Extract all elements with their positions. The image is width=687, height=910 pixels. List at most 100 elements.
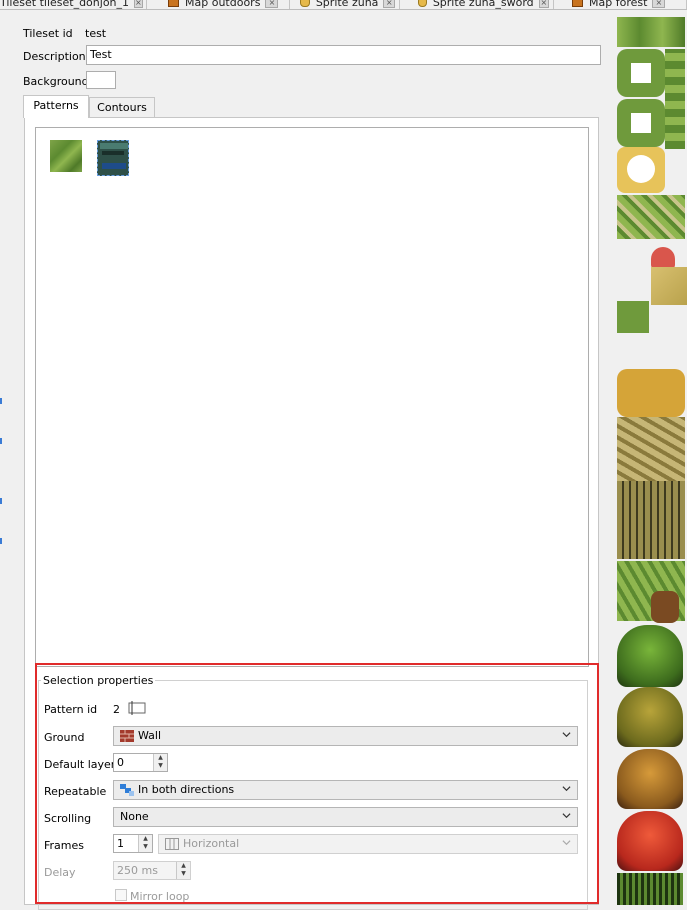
scrolling-value: None bbox=[120, 810, 149, 823]
bush-tile-hole bbox=[631, 113, 651, 133]
sand-tile-hole bbox=[627, 155, 655, 183]
frames-value: 1 bbox=[117, 837, 124, 850]
tab-map-outdoors[interactable]: Map outdoors × bbox=[168, 0, 290, 9]
ground-value: Wall bbox=[138, 729, 162, 742]
sand-slope-tile bbox=[651, 267, 687, 305]
edge-marker bbox=[0, 538, 2, 544]
tab-sprite-zuna[interactable]: Sprite zuna × bbox=[300, 0, 400, 9]
tileset-id-label: Tileset id bbox=[23, 27, 73, 40]
edge-marker bbox=[0, 498, 2, 504]
map-icon bbox=[168, 0, 179, 7]
tab-label: Map outdoors bbox=[185, 0, 261, 9]
tree-orange-tile bbox=[617, 749, 683, 809]
wall-water bbox=[102, 163, 126, 169]
close-icon[interactable]: × bbox=[538, 0, 549, 8]
chevron-down-icon[interactable]: ▼ bbox=[154, 762, 167, 770]
tab-label: Map forest bbox=[589, 0, 648, 9]
delay-spinbox[interactable]: 250 ms ▲ ▼ bbox=[113, 861, 191, 880]
default-layer-spinbox[interactable]: 0 ▲ ▼ bbox=[113, 753, 168, 772]
horizontal-frames-icon bbox=[165, 838, 179, 850]
pot-tile bbox=[651, 591, 679, 623]
leaf-tiles bbox=[617, 195, 685, 239]
chevron-down-icon bbox=[562, 813, 571, 819]
delay-value: 250 ms bbox=[117, 864, 158, 877]
tileset-image-view[interactable] bbox=[615, 11, 687, 905]
frames-label: Frames bbox=[44, 839, 85, 852]
edge-marker bbox=[0, 438, 2, 444]
rename-pattern-button[interactable] bbox=[127, 699, 147, 717]
wall-top bbox=[100, 143, 128, 149]
grass-tiles bbox=[617, 17, 685, 47]
edge-marker bbox=[0, 398, 2, 404]
spin-buttons[interactable]: ▲ ▼ bbox=[153, 754, 167, 771]
sprite-icon bbox=[300, 0, 310, 7]
tab-sprite-zuna-sword[interactable]: Sprite zuna_sword × bbox=[418, 0, 554, 9]
chevron-up-icon[interactable]: ▲ bbox=[139, 835, 152, 843]
tree-red-tile bbox=[617, 811, 683, 871]
delay-label: Delay bbox=[44, 866, 76, 879]
tab-contours[interactable]: Contours bbox=[89, 97, 155, 118]
tab-tileset-donjon[interactable]: Tileset tileset_donjon_1 × bbox=[0, 0, 147, 9]
wall-band bbox=[102, 151, 124, 155]
tab-label: Tileset tileset_donjon_1 bbox=[0, 0, 130, 9]
default-layer-label: Default layer bbox=[44, 758, 116, 771]
pattern-tile-wall[interactable] bbox=[97, 140, 129, 176]
close-icon[interactable]: × bbox=[134, 0, 143, 8]
mirror-loop-checkbox[interactable] bbox=[115, 889, 127, 901]
tree-olive-tile bbox=[617, 687, 683, 747]
grass-blades-tiles bbox=[617, 873, 683, 905]
mushroom-tile bbox=[651, 247, 675, 269]
ground-select[interactable]: Wall bbox=[113, 726, 578, 746]
rename-icon bbox=[128, 701, 146, 715]
bush-tile-hole bbox=[631, 63, 651, 83]
chevron-up-icon[interactable]: ▲ bbox=[177, 862, 190, 870]
frames-direction-select[interactable]: Horizontal bbox=[158, 834, 578, 854]
chevron-down-icon[interactable]: ▼ bbox=[177, 870, 190, 878]
background-label: Background bbox=[23, 75, 89, 88]
vine-tiles bbox=[665, 49, 685, 149]
scrolling-select[interactable]: None bbox=[113, 807, 578, 827]
close-icon[interactable]: × bbox=[265, 0, 279, 8]
description-field[interactable]: Test bbox=[86, 45, 601, 65]
tree-top-tiles bbox=[617, 369, 685, 417]
chevron-up-icon[interactable]: ▲ bbox=[154, 754, 167, 762]
spin-buttons[interactable]: ▲ ▼ bbox=[176, 862, 190, 879]
sprite-icon bbox=[418, 0, 427, 7]
chevron-down-icon bbox=[562, 732, 571, 738]
tab-patterns[interactable]: Patterns bbox=[23, 95, 89, 118]
background-color-button[interactable] bbox=[86, 71, 116, 89]
ground-label: Ground bbox=[44, 731, 85, 744]
tab-label: Sprite zuna bbox=[315, 0, 379, 9]
pattern-tile-grass[interactable] bbox=[50, 140, 82, 172]
chevron-down-icon bbox=[562, 840, 571, 846]
pattern-id-label: Pattern id bbox=[44, 703, 98, 716]
tab-label: Sprite zuna_sword bbox=[432, 0, 534, 9]
document-tab-bar: Tileset tileset_donjon_1 × Map outdoors … bbox=[0, 0, 687, 10]
mirror-loop-label: Mirror loop bbox=[130, 890, 190, 903]
tree-green-tile bbox=[617, 625, 683, 687]
frames-direction-value: Horizontal bbox=[183, 837, 240, 850]
default-layer-value: 0 bbox=[117, 756, 124, 769]
sign-tile bbox=[617, 301, 649, 333]
repeatable-label: Repeatable bbox=[44, 785, 107, 798]
dirt-tiles bbox=[617, 417, 685, 481]
pattern-id-value: 2 bbox=[113, 703, 120, 716]
repeatable-value: In both directions bbox=[138, 783, 235, 796]
both-directions-icon bbox=[120, 784, 134, 796]
chevron-down-icon bbox=[562, 786, 571, 792]
selection-properties-title: Selection properties bbox=[41, 674, 156, 687]
tileset-id-value: test bbox=[85, 27, 107, 40]
tab-map-forest[interactable]: Map forest × bbox=[572, 0, 687, 9]
close-icon[interactable]: × bbox=[652, 0, 666, 8]
wall-icon bbox=[120, 730, 134, 742]
spin-buttons[interactable]: ▲ ▼ bbox=[138, 835, 152, 852]
description-label: Description bbox=[23, 50, 86, 63]
patterns-view[interactable] bbox=[35, 127, 589, 667]
scrolling-label: Scrolling bbox=[44, 812, 92, 825]
frames-spinbox[interactable]: 1 ▲ ▼ bbox=[113, 834, 153, 853]
map-icon bbox=[572, 0, 583, 7]
repeatable-select[interactable]: In both directions bbox=[113, 780, 578, 800]
tileset-editor-panel: Tileset id test Description Test Backgro… bbox=[15, 11, 613, 910]
chevron-down-icon[interactable]: ▼ bbox=[139, 843, 152, 851]
close-icon[interactable]: × bbox=[383, 0, 395, 8]
